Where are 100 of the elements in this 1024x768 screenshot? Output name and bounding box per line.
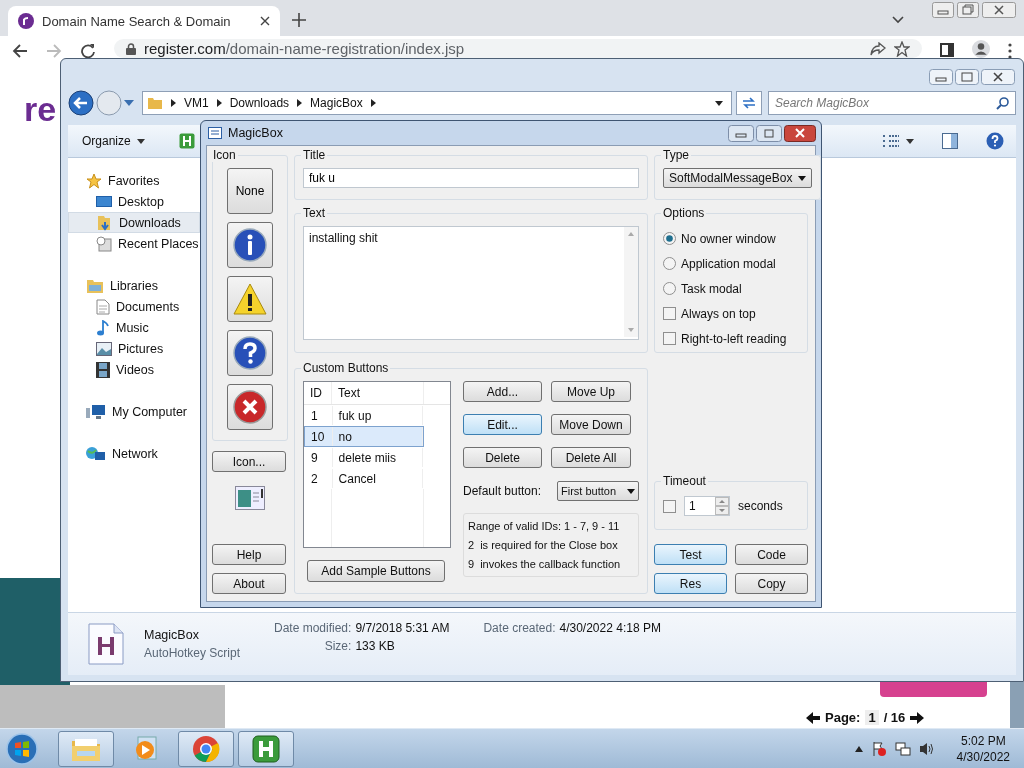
breadcrumb-item[interactable]: VM1 — [184, 96, 209, 110]
column-header[interactable]: Text — [332, 382, 424, 404]
type-dropdown[interactable]: SoftModalMessageBox — [663, 168, 813, 188]
address-field[interactable]: VM1 Downloads MagicBox — [142, 91, 732, 115]
icon-choice-button[interactable] — [227, 222, 273, 268]
radio-button[interactable] — [663, 257, 676, 270]
list-row[interactable]: 10 no — [304, 426, 424, 447]
start-button[interactable] — [6, 732, 38, 765]
nav-item[interactable]: Documents — [68, 296, 200, 317]
list-row[interactable]: 2 Cancel — [304, 468, 424, 489]
show-hidden-icons-icon[interactable] — [854, 745, 863, 752]
nav-item[interactable]: Videos — [68, 359, 200, 380]
text-area[interactable]: installing shit — [303, 226, 639, 340]
breadcrumb-item[interactable]: Downloads — [229, 96, 290, 110]
organize-menu[interactable]: Organize — [82, 134, 145, 148]
separator-arrow-icon[interactable] — [370, 99, 376, 107]
action-button[interactable]: Move Up — [551, 381, 631, 402]
nav-item[interactable]: Libraries — [68, 275, 200, 296]
option-item[interactable]: Always on top — [663, 301, 799, 326]
icon-choice-button[interactable] — [227, 276, 273, 322]
nav-item[interactable]: Music — [68, 317, 200, 338]
option-item[interactable]: Application modal — [663, 251, 799, 276]
address-field[interactable]: register.com/domain-name-registration/index.jsp — [114, 39, 922, 58]
refresh-button[interactable] — [736, 91, 762, 115]
nav-item[interactable]: Network — [68, 443, 200, 464]
preview-pane-icon[interactable] — [942, 133, 958, 149]
share-icon[interactable] — [870, 41, 886, 56]
nav-item[interactable]: Desktop — [68, 191, 200, 212]
restore-icon[interactable] — [756, 124, 782, 142]
close-icon[interactable] — [981, 69, 1015, 85]
breadcrumb-item[interactable]: MagicBox — [310, 96, 363, 110]
icon-choice-button[interactable] — [227, 330, 273, 376]
about-button[interactable]: About — [212, 573, 286, 594]
nav-item[interactable]: Recent Places — [68, 233, 200, 254]
clock-date[interactable]: 4/30/2022 — [956, 748, 1010, 765]
recent-pages-icon[interactable] — [124, 100, 134, 106]
dialog-button[interactable]: Test — [654, 544, 727, 565]
back-button[interactable] — [68, 90, 94, 116]
dialog-button[interactable]: Res — [654, 573, 727, 594]
close-icon[interactable] — [784, 124, 816, 142]
page-number-field[interactable]: 1 — [865, 710, 879, 725]
new-tab-icon[interactable] — [292, 13, 306, 27]
previous-arrow-icon[interactable] — [806, 711, 820, 724]
close-icon[interactable] — [982, 2, 1016, 18]
dialog-button[interactable]: Code — [735, 544, 808, 565]
action-button[interactable]: Delete All — [551, 447, 631, 468]
action-button[interactable]: Add... — [463, 381, 542, 402]
help-icon[interactable] — [986, 132, 1004, 150]
list-row[interactable]: 9 delete miis — [304, 447, 424, 468]
site-logo[interactable]: re — [24, 90, 57, 129]
back-arrow-icon[interactable] — [12, 43, 28, 59]
default-button-dropdown[interactable]: First button — [557, 481, 639, 501]
taskbar-button[interactable] — [178, 730, 234, 767]
minimize-icon[interactable] — [728, 124, 754, 142]
radio-button[interactable] — [663, 232, 676, 245]
checkbox[interactable] — [663, 307, 676, 320]
side-panel-icon[interactable] — [940, 43, 954, 57]
list-row[interactable]: 1 fuk up — [304, 405, 424, 426]
dialog-button[interactable]: Copy — [735, 573, 808, 594]
restore-icon[interactable] — [957, 2, 979, 18]
option-item[interactable]: Task modal — [663, 276, 799, 301]
search-field[interactable]: Search MagicBox — [768, 91, 1016, 115]
nav-item[interactable]: Pictures — [68, 338, 200, 359]
none-button[interactable]: None — [227, 168, 273, 214]
column-header[interactable]: ID — [304, 382, 332, 404]
script-app-icon[interactable] — [178, 133, 195, 149]
taskbar-button[interactable] — [238, 730, 294, 767]
scrollbar[interactable] — [624, 227, 638, 337]
star-icon[interactable] — [894, 40, 910, 57]
timeout-spinner[interactable]: 1 — [684, 496, 730, 516]
nav-item[interactable]: Downloads — [68, 212, 200, 233]
flag-icon[interactable] — [870, 740, 887, 757]
nav-item[interactable]: My Computer — [68, 401, 200, 422]
browser-tab[interactable]: Domain Name Search & Domain — [8, 6, 280, 36]
clock-time[interactable]: 5:02 PM — [960, 732, 1006, 749]
separator-arrow-icon[interactable] — [171, 99, 176, 107]
taskbar-button[interactable] — [58, 730, 114, 767]
network-icon[interactable] — [894, 740, 911, 757]
separator-arrow-icon[interactable] — [216, 99, 222, 107]
checkbox[interactable] — [663, 332, 676, 345]
chevron-down-icon[interactable] — [892, 16, 904, 24]
help-button[interactable]: Help — [212, 544, 286, 565]
action-button[interactable]: Move Down — [551, 414, 631, 435]
option-item[interactable]: No owner window — [663, 226, 799, 251]
scrollbar[interactable] — [1010, 682, 1024, 728]
next-arrow-icon[interactable] — [910, 711, 925, 724]
radio-button[interactable] — [663, 282, 676, 295]
menu-icon[interactable] — [1008, 43, 1012, 59]
dropdown-arrow-icon[interactable] — [715, 100, 723, 106]
add-sample-buttons-button[interactable]: Add Sample Buttons — [307, 560, 445, 582]
spin-arrows-icon[interactable] — [715, 497, 729, 515]
action-button[interactable]: Edit... — [463, 414, 542, 435]
action-button[interactable]: Delete — [463, 447, 542, 468]
profile-icon[interactable] — [972, 40, 990, 58]
nav-item[interactable]: Favorites — [68, 170, 200, 191]
option-item[interactable]: Right-to-left reading — [663, 326, 799, 351]
close-icon[interactable] — [260, 16, 270, 26]
reload-icon[interactable] — [80, 43, 96, 59]
caret-icon[interactable] — [906, 138, 914, 144]
icon-picker-button[interactable]: Icon... — [212, 451, 286, 472]
